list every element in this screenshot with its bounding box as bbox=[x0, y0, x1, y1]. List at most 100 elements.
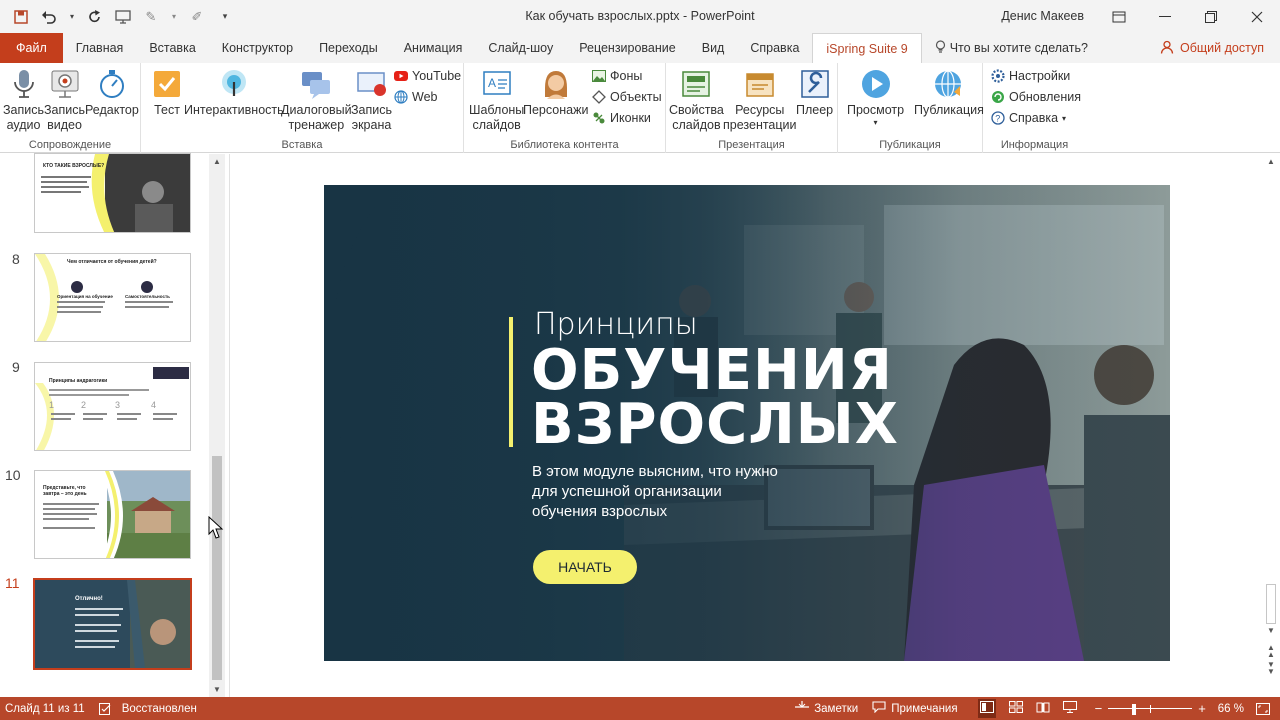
icons-button[interactable]: Иконки bbox=[592, 111, 651, 125]
characters-button[interactable]: Персонажи bbox=[523, 67, 588, 118]
tab-help[interactable]: Справка bbox=[737, 33, 812, 63]
tell-me-search[interactable]: Что вы хотите сделать? bbox=[922, 33, 1101, 63]
scroll-down-arrow-icon[interactable]: ▼ bbox=[213, 685, 221, 694]
share-button[interactable]: Общий доступ bbox=[1160, 33, 1280, 63]
dialog-simulator-button[interactable]: Диалоговый тренажер bbox=[281, 67, 352, 133]
start-button[interactable]: НАЧАТЬ bbox=[533, 550, 637, 584]
zoom-out-button[interactable]: − bbox=[1095, 701, 1103, 716]
zoom-slider[interactable] bbox=[1108, 703, 1193, 715]
zoom-in-button[interactable]: + bbox=[1198, 701, 1206, 716]
help-button[interactable]: ? Справка ▾ bbox=[991, 111, 1066, 125]
tab-view[interactable]: Вид bbox=[689, 33, 738, 63]
thumb-step: 3 bbox=[115, 400, 121, 410]
tab-ispring[interactable]: iSpring Suite 9 bbox=[812, 33, 922, 63]
slide-kicker[interactable]: Принципы bbox=[534, 307, 698, 342]
slide-11-preview bbox=[35, 580, 190, 668]
scroll-up-arrow-icon[interactable]: ▲ bbox=[1267, 157, 1275, 166]
tab-home[interactable]: Главная bbox=[63, 33, 137, 63]
updates-button[interactable]: Обновления bbox=[991, 90, 1081, 104]
tab-transitions[interactable]: Переходы bbox=[306, 33, 391, 63]
slide-thumbnail[interactable]: КТО ТАКИЕ ВЗРОСЛЫЕ? bbox=[34, 153, 191, 233]
reading-view-icon[interactable] bbox=[1036, 701, 1050, 716]
presentation-resources-button[interactable]: Ресурсы презентации bbox=[723, 67, 797, 133]
objects-label: Объекты bbox=[610, 90, 662, 104]
spell-check-icon[interactable] bbox=[98, 702, 112, 715]
scroll-up-arrow-icon[interactable]: ▲ bbox=[213, 157, 221, 166]
record-audio-button[interactable]: Запись аудио bbox=[3, 67, 44, 133]
zoom-slider-thumb[interactable] bbox=[1132, 703, 1137, 715]
normal-view-icon[interactable] bbox=[977, 699, 996, 718]
slide-editing-area[interactable]: Принципы ОБУЧЕНИЯ ВЗРОСЛЫХ В этом модуле… bbox=[231, 154, 1279, 697]
undo-icon[interactable] bbox=[40, 8, 58, 26]
play-icon bbox=[860, 67, 892, 101]
web-button[interactable]: Web bbox=[394, 90, 437, 104]
slide-body-text[interactable]: В этом модуле выясним, что нужно для усп… bbox=[532, 462, 778, 522]
publish-globe-icon bbox=[933, 67, 965, 101]
comments-label: Примечания bbox=[891, 702, 958, 715]
tab-file[interactable]: Файл bbox=[0, 33, 63, 63]
customize-toolbar-icon[interactable]: ▾ bbox=[216, 8, 234, 26]
interactivity-touch-icon bbox=[218, 67, 250, 101]
slide-thumbnail-panel[interactable]: КТО ТАКИЕ ВЗРОСЛЫЕ? 8 Чем отличается от … bbox=[0, 153, 230, 697]
tab-slideshow[interactable]: Слайд-шоу bbox=[475, 33, 566, 63]
thumbnail-scrollbar[interactable]: ▲ ▼ bbox=[209, 154, 225, 697]
slide-sorter-icon[interactable] bbox=[1008, 701, 1023, 716]
youtube-button[interactable]: YouTube bbox=[394, 69, 461, 83]
slide-scroll-thumb[interactable] bbox=[1266, 584, 1276, 624]
dropdown-arrow-icon[interactable]: ▾ bbox=[170, 8, 178, 26]
slide-thumbnail-selected[interactable]: Отлично! bbox=[33, 578, 192, 670]
slide-scrollbar[interactable]: ▲ ▼ ▲ ▲ ▼ ▼ bbox=[1263, 154, 1279, 697]
slide-headline-line2[interactable]: ВЗРОСЛЫХ bbox=[531, 395, 899, 455]
record-video-button[interactable]: Запись видео bbox=[44, 67, 85, 133]
slideshow-view-icon[interactable] bbox=[1062, 701, 1077, 716]
redo-icon[interactable] bbox=[86, 8, 104, 26]
user-name[interactable]: Денис Макеев bbox=[1001, 9, 1084, 23]
tab-design[interactable]: Конструктор bbox=[209, 33, 306, 63]
player-button[interactable]: Плеер bbox=[796, 67, 833, 118]
slide-properties-button[interactable]: Свойства слайдов bbox=[669, 67, 724, 133]
group-content-library: A Шаблоны слайдов Персонажи Фоны Объекты… bbox=[464, 63, 666, 153]
ribbon-tabs: Файл Главная Вставка Конструктор Переход… bbox=[0, 33, 1280, 63]
settings-button[interactable]: Настройки bbox=[991, 69, 1070, 83]
next-slide-icon[interactable]: ▼ ▼ bbox=[1267, 661, 1275, 676]
thumb-title: Чем отличается от обучения детей? bbox=[67, 259, 157, 265]
minus-icon: − bbox=[1094, 701, 1103, 716]
close-icon[interactable] bbox=[1234, 0, 1280, 33]
stopwatch-icon bbox=[96, 67, 128, 101]
editor-button[interactable]: Редактор bbox=[85, 67, 139, 118]
chevron-down-icon: ▾ bbox=[1062, 113, 1067, 123]
backgrounds-button[interactable]: Фоны bbox=[592, 69, 642, 83]
tab-insert[interactable]: Вставка bbox=[136, 33, 208, 63]
interactivity-button[interactable]: Интерактивность bbox=[184, 67, 284, 118]
publish-button[interactable]: Публикация bbox=[914, 67, 984, 118]
record-audio-label-2: аудио bbox=[6, 118, 41, 132]
thumbnail-scroll-thumb[interactable] bbox=[212, 456, 222, 680]
restore-icon[interactable] bbox=[1188, 0, 1234, 33]
zoom-level[interactable]: 66 % bbox=[1218, 703, 1244, 715]
tab-review[interactable]: Рецензирование bbox=[566, 33, 689, 63]
tab-animations[interactable]: Анимация bbox=[391, 33, 476, 63]
format-painter-icon[interactable]: ✎ bbox=[142, 8, 160, 26]
previous-slide-icon[interactable]: ▲ ▲ bbox=[1267, 644, 1275, 659]
save-icon[interactable] bbox=[12, 8, 30, 26]
notes-button[interactable]: Заметки bbox=[795, 701, 858, 716]
start-slideshow-icon[interactable] bbox=[114, 8, 132, 26]
quiz-button[interactable]: Тест bbox=[151, 67, 183, 118]
group-label-narration: Сопровождение bbox=[28, 139, 112, 151]
slide-thumbnail[interactable]: Чем отличается от обучения детей? Ориент… bbox=[34, 253, 191, 342]
current-slide[interactable]: Принципы ОБУЧЕНИЯ ВЗРОСЛЫХ В этом модуле… bbox=[324, 185, 1170, 661]
minimize-icon[interactable] bbox=[1142, 0, 1188, 33]
comments-button[interactable]: Примечания bbox=[872, 701, 958, 716]
pen-icon[interactable]: ✐ bbox=[188, 8, 206, 26]
dropdown-arrow-icon[interactable]: ▾ bbox=[68, 8, 76, 26]
slide-thumbnail[interactable]: Принципы андрагогики 1 2 3 4 bbox=[34, 362, 191, 451]
scroll-down-arrow-icon[interactable]: ▼ bbox=[1267, 626, 1275, 635]
screen-record-button[interactable]: Запись экрана bbox=[351, 67, 392, 133]
fit-slide-to-window-icon[interactable] bbox=[1256, 702, 1270, 715]
slide-templates-button[interactable]: A Шаблоны слайдов bbox=[469, 67, 524, 133]
slide-number: 11 bbox=[5, 575, 20, 591]
objects-button[interactable]: Объекты bbox=[592, 90, 662, 104]
slide-thumbnail[interactable]: Представьте, что завтра – это день bbox=[34, 470, 191, 559]
preview-button[interactable]: Просмотр ▾ bbox=[847, 67, 904, 128]
ribbon-display-options-icon[interactable] bbox=[1096, 0, 1142, 33]
